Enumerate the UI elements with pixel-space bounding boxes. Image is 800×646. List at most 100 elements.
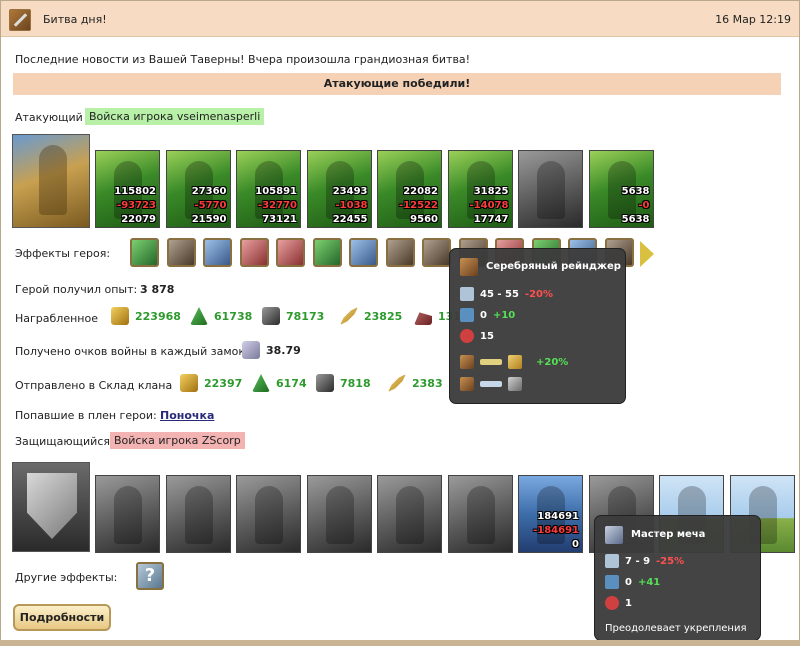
defender-unit-5[interactable] xyxy=(377,475,442,553)
war-points: 38.79 xyxy=(242,341,301,359)
defender-unit-2[interactable] xyxy=(165,475,231,553)
defender-hero-portrait[interactable] xyxy=(12,462,90,552)
unit-count-n3: 0 xyxy=(572,539,579,550)
unit-count-n3: 5638 xyxy=(621,214,650,225)
defender-unit-4[interactable] xyxy=(306,475,372,553)
unit-count-n2: -14078 xyxy=(469,200,509,211)
unit-count-n3: 17747 xyxy=(473,214,509,225)
bow-icon xyxy=(460,377,474,391)
unit-count-n2: -1038 xyxy=(335,200,368,211)
defender-unit-3[interactable] xyxy=(236,475,301,553)
creature-figure xyxy=(255,486,283,544)
grain-icon xyxy=(340,307,358,325)
hero-effect-icon-1[interactable] xyxy=(130,238,159,267)
hero-effect-icon-5[interactable] xyxy=(276,238,305,267)
unit-count-n2: -93723 xyxy=(117,200,156,211)
other-effects-label: Другие эффекты: xyxy=(15,571,118,584)
unit-count-n2: -32770 xyxy=(258,200,297,211)
wood-icon xyxy=(252,374,270,392)
ore-icon xyxy=(316,374,334,392)
defender-army-tag: Войска игрока ZScorp xyxy=(110,432,245,449)
health-icon xyxy=(605,596,619,610)
arrow-icon xyxy=(480,381,502,387)
defense-icon xyxy=(605,575,619,589)
report-datetime: 16 Мар 12:19 xyxy=(715,13,791,26)
battle-result-banner: Атакующие победили! xyxy=(13,73,781,95)
bottom-border xyxy=(0,640,800,646)
knight-icon xyxy=(508,377,522,391)
arrow-icon xyxy=(480,359,502,365)
hero-effect-icon-6[interactable] xyxy=(312,238,342,267)
defender-unit-6[interactable] xyxy=(447,475,513,553)
hero-effects-label: Эффекты героя: xyxy=(15,247,111,260)
unit-count-n1: 22082 xyxy=(403,186,438,197)
unit-count-n1: 184691 xyxy=(537,511,579,522)
attacker-unit-6[interactable]: 31825 -14078 17747 xyxy=(447,150,513,228)
hero-effect-icon-2[interactable] xyxy=(166,238,196,267)
hero-effect-icon-4[interactable] xyxy=(239,238,269,267)
attack-icon xyxy=(460,287,474,301)
details-button[interactable]: Подробности xyxy=(13,604,111,631)
attacker-unit-2[interactable]: 27360 -5770 21590 xyxy=(165,150,231,228)
hero-effect-icon-3[interactable] xyxy=(203,238,232,267)
clan-grain: 2383 xyxy=(388,374,443,392)
hero-figure xyxy=(39,145,67,215)
swords-icon xyxy=(9,9,31,31)
unit-count-n2: -0 xyxy=(638,200,650,211)
creature-figure xyxy=(396,486,424,544)
bow-icon xyxy=(460,258,478,276)
creature-figure xyxy=(537,161,565,219)
wood-icon xyxy=(190,307,208,325)
attacker-unit-3[interactable]: 105891 -32770 73121 xyxy=(236,150,301,228)
bow-icon xyxy=(460,355,474,369)
report-title: Битва дня! xyxy=(43,13,107,26)
attacker-unit-8[interactable]: 5638 -0 5638 xyxy=(588,150,654,228)
attacker-hero-portrait[interactable] xyxy=(12,134,90,228)
creature-figure xyxy=(114,486,142,544)
unit-count-n1: 105891 xyxy=(255,186,297,197)
unit-count-n3: 9560 xyxy=(410,214,438,225)
attacker-unit-4[interactable]: 23493 -1038 22455 xyxy=(306,150,372,228)
scroll-right-arrow-icon[interactable] xyxy=(640,241,654,267)
unit-count-n2: -5770 xyxy=(194,200,227,211)
mercury-icon xyxy=(414,312,432,325)
grain-icon xyxy=(388,374,406,392)
hero-effect-icon-9[interactable] xyxy=(422,238,451,267)
captured-label: Попавшие в плен герои: xyxy=(15,409,157,422)
unit-count-n2: -184691 xyxy=(533,525,579,536)
attacker-unit-7[interactable] xyxy=(518,150,583,228)
loot-gold: 223968 xyxy=(111,307,181,325)
tooltip-title: Мастер меча xyxy=(631,529,706,540)
unit-count-n3: 22455 xyxy=(332,214,368,225)
unit-count-n1: 23493 xyxy=(332,186,368,197)
hero-effect-icon-8[interactable] xyxy=(385,238,415,267)
unit-count-n2: -12522 xyxy=(399,200,438,211)
captured-hero-link[interactable]: Поночка xyxy=(160,409,214,422)
attacker-unit-1[interactable]: 115802 -93723 22079 xyxy=(95,150,160,228)
loot-label: Награбленное xyxy=(15,312,98,325)
gold-icon xyxy=(180,374,198,392)
unit-count-n3: 73121 xyxy=(262,214,297,225)
defender-label: Защищающийся xyxy=(15,435,110,448)
clan-wood: 6174 xyxy=(252,374,307,392)
clan-ore: 7818 xyxy=(316,374,371,392)
unit-count-n3: 22079 xyxy=(121,214,156,225)
hero-effect-icon-7[interactable] xyxy=(349,238,378,267)
unit-count-n1: 31825 xyxy=(473,186,509,197)
defense-icon xyxy=(460,308,474,322)
defender-unit-1[interactable] xyxy=(95,475,160,553)
unit-count-n1: 115802 xyxy=(114,186,156,197)
unknown-effect-icon[interactable]: ? xyxy=(136,562,164,590)
gold-icon xyxy=(111,307,129,325)
clan-label: Отправлено в Склад клана xyxy=(15,379,173,392)
attacker-unit-5[interactable]: 22082 -12522 9560 xyxy=(377,150,442,228)
experience-label: Герой получил опыт: xyxy=(15,283,138,296)
loot-ore: 78173 xyxy=(262,307,324,325)
unit-tooltip-silver-ranger: Серебряный рейнджер 45 - 55 -20% 0 +10 15 … xyxy=(449,248,626,404)
health-icon xyxy=(460,329,474,343)
defender-unit-7[interactable]: 184691 -184691 0 xyxy=(518,475,583,553)
war-points-label: Получено очков войны в каждый замок xyxy=(15,345,246,358)
unit-count-n3: 21590 xyxy=(191,214,227,225)
clan-gold: 22397 xyxy=(180,374,242,392)
unit-count-n1: 5638 xyxy=(621,186,650,197)
